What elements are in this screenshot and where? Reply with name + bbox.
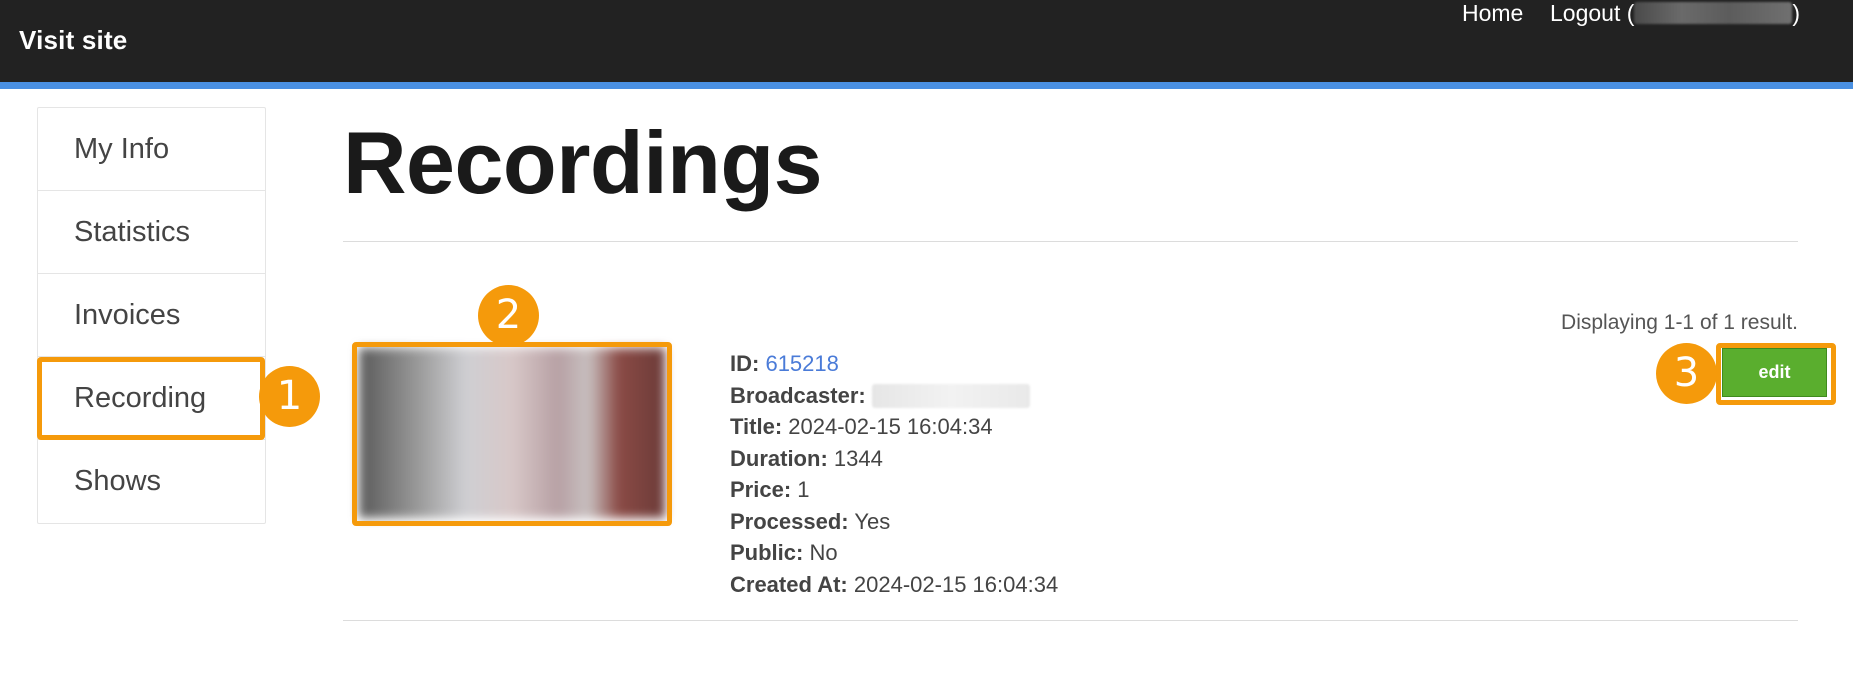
masked-broadcaster xyxy=(871,383,1030,408)
detail-created-at: Created At: 2024-02-15 16:04:34 xyxy=(730,571,1059,597)
detail-title: Title: 2024-02-15 16:04:34 xyxy=(730,414,993,439)
logout-suffix: ) xyxy=(1792,0,1801,26)
highlight-edit-button xyxy=(1716,343,1836,405)
detail-price: Price: 1 xyxy=(730,477,810,502)
detail-broadcaster: Broadcaster: xyxy=(730,380,1058,412)
annotation-badge-3: 3 xyxy=(1656,343,1717,404)
detail-public: Public: No xyxy=(730,540,838,565)
annotation-badge-2: 2 xyxy=(478,285,539,346)
nav-logout-link[interactable]: Logout () xyxy=(1550,0,1800,27)
detail-duration: Duration: 1344 xyxy=(730,445,883,471)
nav-home-link[interactable]: Home xyxy=(1462,0,1523,27)
annotation-badge-1: 1 xyxy=(259,366,320,427)
masked-username xyxy=(1634,2,1793,24)
highlight-recording-item xyxy=(37,357,265,440)
sidebar-item-my-info[interactable]: My Info xyxy=(38,108,265,191)
detail-id: ID: 615218 xyxy=(730,351,839,376)
recording-details: ID: 615218 Broadcaster: Title: 2024-02-1… xyxy=(730,348,1058,600)
list-divider xyxy=(343,620,1798,621)
brand-link[interactable]: Visit site xyxy=(19,25,127,56)
recording-id-link[interactable]: 615218 xyxy=(765,351,838,376)
results-summary: Displaying 1-1 of 1 result. xyxy=(1561,311,1798,334)
top-navbar: Visit site Home Logout () xyxy=(0,0,1853,82)
sidebar-menu: My Info Statistics Invoices Recording Sh… xyxy=(37,107,266,524)
highlight-thumbnail xyxy=(352,342,672,526)
title-divider xyxy=(343,241,1798,242)
sidebar-item-invoices[interactable]: Invoices xyxy=(38,274,265,357)
logout-label: Logout ( xyxy=(1550,0,1635,26)
page-title: Recordings xyxy=(343,113,823,212)
sidebar-item-statistics[interactable]: Statistics xyxy=(38,191,265,274)
navbar-accent-bar xyxy=(0,82,1853,89)
sidebar-item-shows[interactable]: Shows xyxy=(38,440,265,523)
detail-processed: Processed: Yes xyxy=(730,508,891,534)
